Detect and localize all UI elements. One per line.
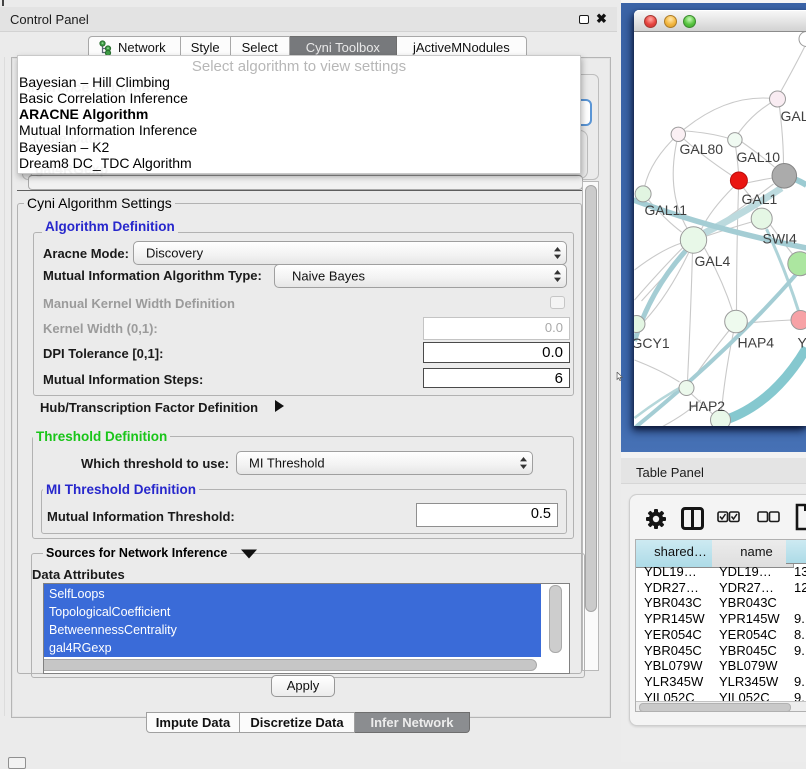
svg-text:HAP2: HAP2 <box>688 398 725 414</box>
svg-text:GCY1: GCY1 <box>634 335 670 351</box>
svg-text:GAL4: GAL4 <box>694 253 730 269</box>
svg-text:GAL7: GAL7 <box>780 108 806 124</box>
svg-text:GAL80: GAL80 <box>679 141 723 157</box>
svg-text:GAL10: GAL10 <box>736 149 780 165</box>
svg-text:YM: YM <box>797 335 806 351</box>
svg-text:HAP4: HAP4 <box>737 335 774 351</box>
svg-text:GAL1: GAL1 <box>741 191 777 207</box>
svg-text:SWI4: SWI4 <box>762 231 796 247</box>
svg-text:GAL11: GAL11 <box>644 202 687 218</box>
